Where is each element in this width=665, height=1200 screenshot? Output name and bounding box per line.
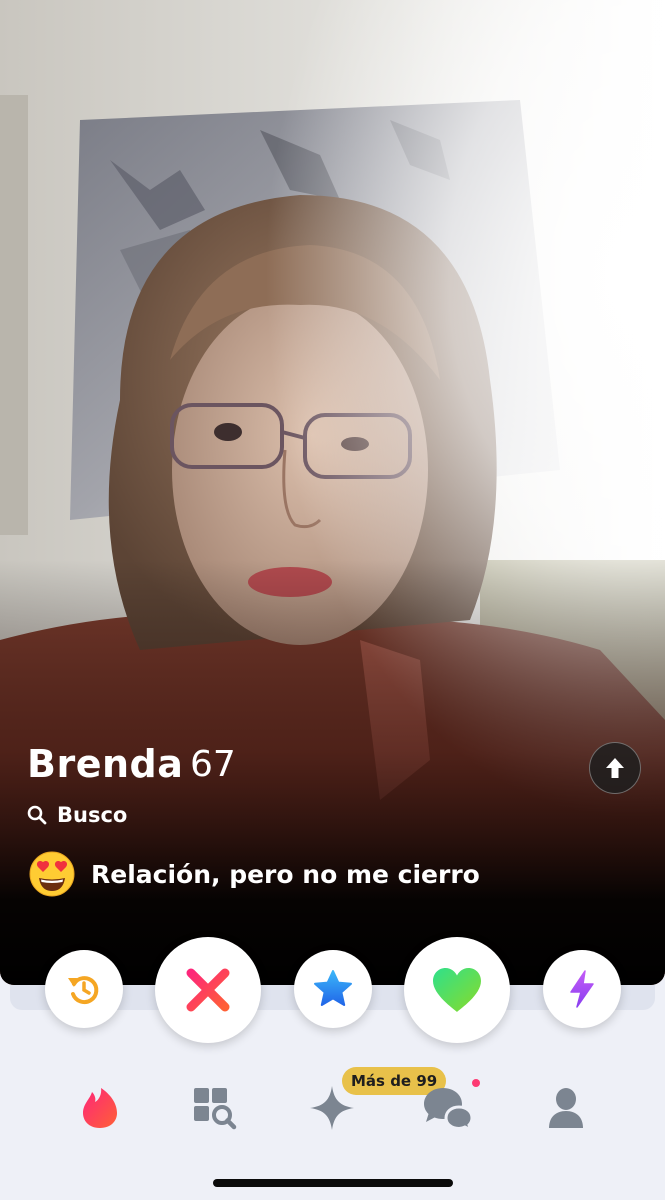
heart-eyes-emoji-icon bbox=[29, 851, 75, 897]
rewind-button[interactable] bbox=[45, 950, 123, 1028]
person-icon bbox=[549, 1088, 583, 1128]
relationship-goal-row: Relación, pero no me cierro bbox=[29, 851, 480, 897]
lightning-icon bbox=[570, 970, 594, 1008]
flame-icon bbox=[83, 1088, 117, 1128]
rewind-icon bbox=[68, 976, 99, 1005]
search-icon bbox=[27, 805, 47, 825]
chat-bubbles-icon bbox=[424, 1088, 474, 1131]
app-screen: Brenda 67 Busco Relación, pero no me cie… bbox=[0, 0, 665, 1200]
explore-grid-icon bbox=[194, 1088, 237, 1130]
tab-swipe[interactable] bbox=[71, 1079, 129, 1137]
home-indicator bbox=[213, 1179, 453, 1187]
looking-for-label: Busco bbox=[57, 803, 128, 827]
tab-profile[interactable] bbox=[537, 1079, 595, 1137]
new-message-dot bbox=[472, 1079, 480, 1087]
boost-button[interactable] bbox=[543, 950, 621, 1028]
star-icon bbox=[314, 970, 352, 1006]
profile-age: 67 bbox=[190, 744, 236, 785]
open-profile-button[interactable] bbox=[589, 742, 641, 794]
profile-info: Brenda 67 Busco Relación, pero no me cie… bbox=[0, 0, 665, 985]
arrow-up-icon bbox=[606, 758, 624, 778]
super-like-button[interactable] bbox=[294, 950, 372, 1028]
tab-explore[interactable] bbox=[185, 1079, 243, 1137]
profile-card[interactable]: Brenda 67 Busco Relación, pero no me cie… bbox=[0, 0, 665, 985]
nope-button[interactable] bbox=[155, 937, 261, 1043]
relationship-goal-text: Relación, pero no me cierro bbox=[91, 859, 480, 889]
heart-icon bbox=[433, 968, 481, 1012]
profile-name: Brenda bbox=[27, 742, 184, 786]
tab-chat[interactable] bbox=[419, 1079, 477, 1137]
looking-for-row: Busco bbox=[27, 801, 127, 829]
like-button[interactable] bbox=[404, 937, 510, 1043]
close-icon bbox=[186, 968, 230, 1012]
